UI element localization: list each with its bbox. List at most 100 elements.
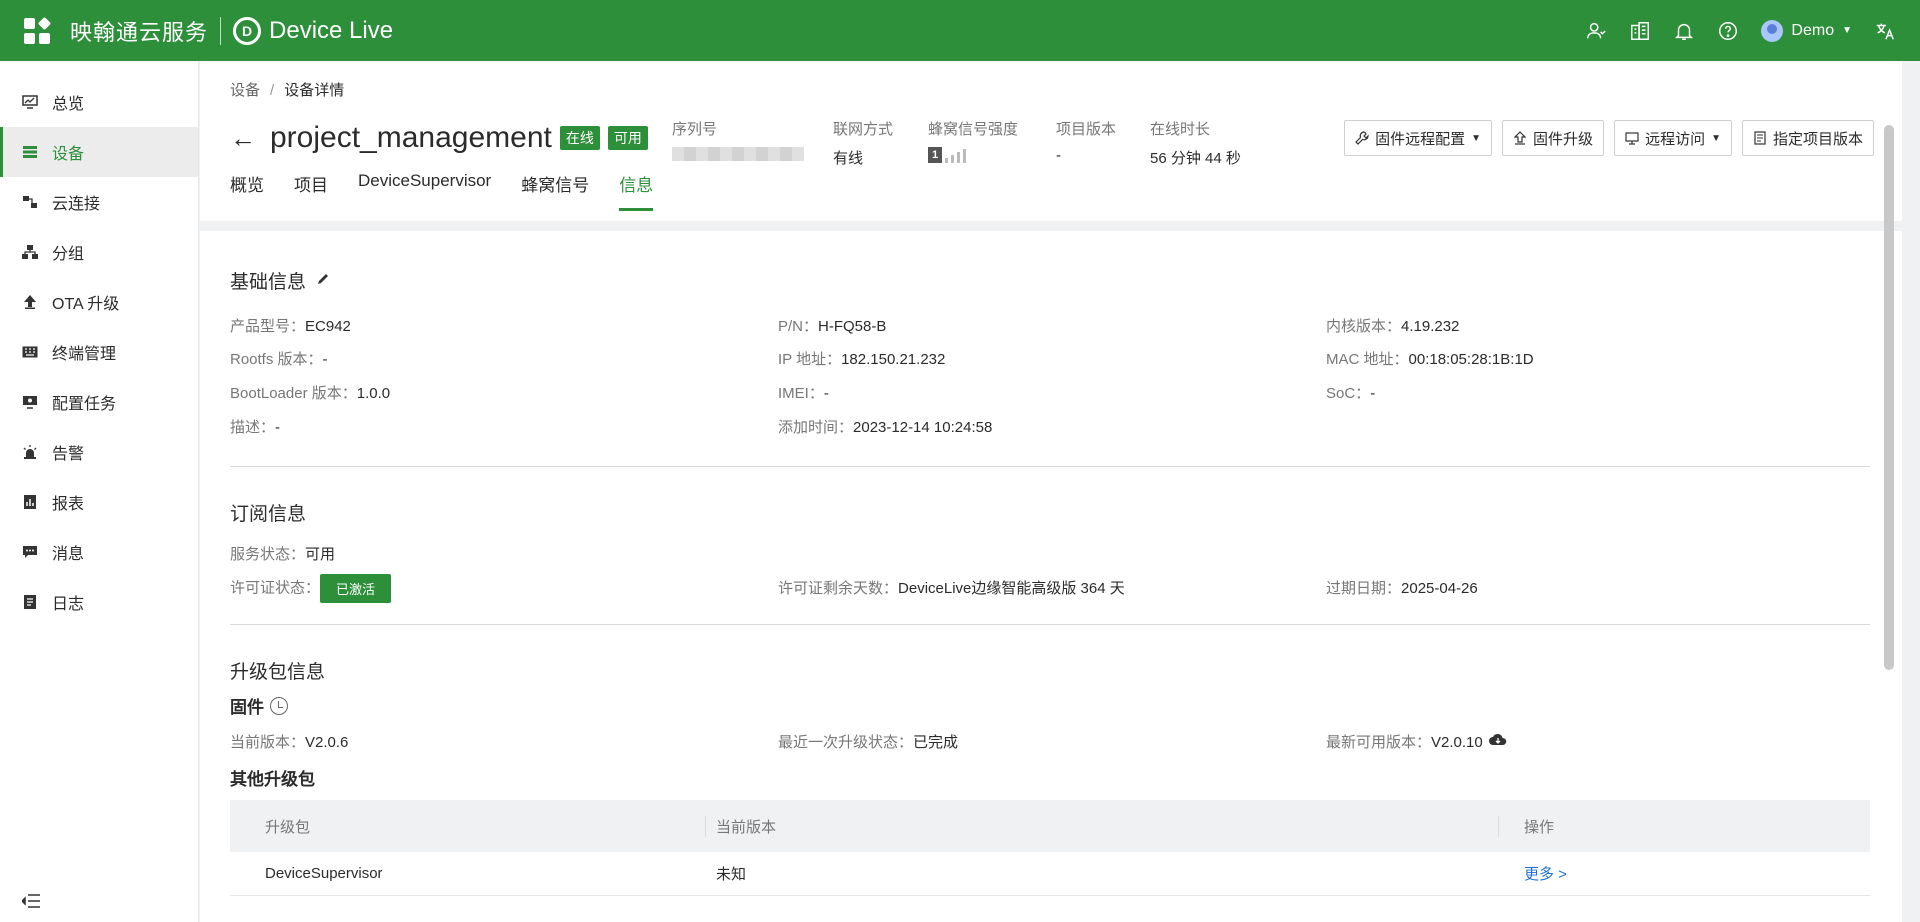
field-last-upgrade-status: 最近一次升级状态：已完成 — [778, 734, 959, 751]
config-screen-icon — [22, 394, 38, 410]
edit-pencil-icon[interactable] — [316, 270, 330, 292]
language-icon[interactable] — [1874, 20, 1896, 42]
app-grid-icon[interactable] — [24, 16, 52, 44]
organization-icon[interactable] — [1629, 20, 1651, 42]
sidebar-item-label: 日志 — [52, 596, 85, 613]
sidebar-item-label: 配置任务 — [52, 396, 117, 413]
sidebar: 总览 设备 云连接 分组 OTA 升级 终端管理 配置任务 告警 报表 消息 日… — [0, 61, 199, 922]
collapse-sidebar-icon[interactable] — [20, 894, 40, 908]
field-imei: IMEI：- — [778, 385, 829, 402]
other-packages-subtitle: 其他升级包 — [230, 770, 315, 789]
sidebar-item-config-tasks[interactable]: 配置任务 — [0, 377, 198, 427]
upload-icon — [1513, 131, 1527, 145]
cloud-download-icon[interactable] — [1488, 733, 1507, 751]
field-rootfs: Rootfs 版本：- — [230, 351, 328, 368]
field-pn: P/N：H-FQ58-B — [778, 318, 887, 335]
top-bar: 映翰通云服务 D Device Live Demo ▼ — [0, 0, 1920, 61]
packages-table: 升级包 当前版本 操作 DeviceSupervisor 未知 更多 > — [230, 800, 1870, 896]
tab-device-supervisor[interactable]: DeviceSupervisor — [358, 171, 491, 211]
field-model: 产品型号：EC942 — [230, 318, 351, 335]
tab-cellular-signal[interactable]: 蜂窝信号 — [521, 171, 589, 211]
document-icon — [1753, 131, 1767, 145]
sidebar-item-alarms[interactable]: 告警 — [0, 427, 198, 477]
alarm-icon — [22, 444, 38, 460]
sidebar-item-devices[interactable]: 设备 — [0, 127, 198, 177]
field-added-time: 添加时间：2023-12-14 10:24:58 — [778, 419, 993, 436]
sidebar-item-label: 消息 — [52, 546, 85, 563]
table-row: DeviceSupervisor 未知 更多 > — [230, 852, 1870, 896]
firmware-upgrade-label: 固件升级 — [1533, 130, 1594, 148]
uptime-label: 在线时长 — [1150, 121, 1211, 138]
field-soc: SoC：- — [1326, 385, 1376, 402]
more-link[interactable]: 更多 > — [1498, 863, 1870, 884]
chevron-down-icon: ▼ — [1711, 132, 1721, 144]
firmware-subtitle: 固件 — [230, 693, 288, 718]
sidebar-item-label: OTA 升级 — [52, 296, 120, 313]
column-header-package: 升级包 — [265, 818, 311, 836]
license-active-badge: 已激活 — [320, 574, 392, 603]
device-tabs: 概览 项目 DeviceSupervisor 蜂窝信号 信息 — [230, 171, 654, 211]
field-license-status: 许可证状态： 已激活 — [230, 574, 392, 603]
remote-access-button[interactable]: 远程访问 ▼ — [1614, 120, 1732, 156]
tab-projects[interactable]: 项目 — [294, 171, 328, 211]
cell-version: 未知 — [716, 866, 747, 883]
sidebar-item-groups[interactable]: 分组 — [0, 227, 198, 277]
chevron-down-icon: ▼ — [1471, 132, 1482, 144]
log-icon — [22, 594, 38, 610]
sidebar-item-label: 总览 — [52, 96, 85, 113]
keyboard-icon — [22, 344, 38, 360]
info-panel: 基础信息 产品型号：EC942 P/N：H-FQ58-B 内核版本：4.19.2… — [200, 231, 1902, 922]
status-badge-online: 在线 — [559, 126, 600, 150]
cell-package: DeviceSupervisor — [265, 865, 383, 882]
server-icon — [22, 144, 38, 160]
signal-strength-icon: 1 — [928, 147, 1018, 163]
breadcrumb-separator: / — [270, 82, 275, 99]
tab-overview[interactable]: 概览 — [230, 171, 264, 211]
back-arrow-icon[interactable]: ← — [230, 125, 256, 151]
serial-value-masked — [672, 147, 804, 161]
monitor-icon — [22, 94, 38, 110]
sidebar-item-logs[interactable]: 日志 — [0, 577, 198, 627]
main-content: 设备 / 设备详情 ← project_management 在线 可用 序列号 联… — [200, 61, 1902, 922]
project-version-label: 项目版本 — [1056, 121, 1117, 138]
table-header: 升级包 当前版本 操作 — [230, 800, 1870, 852]
history-clock-icon[interactable] — [270, 696, 288, 715]
field-bootloader: BootLoader 版本：1.0.0 — [230, 385, 391, 402]
device-live-logo-icon: D — [233, 16, 262, 45]
scrollbar[interactable] — [1884, 125, 1894, 670]
field-current-version: 当前版本：V2.0.6 — [230, 734, 349, 751]
sidebar-item-reports[interactable]: 报表 — [0, 477, 198, 527]
serial-meta: 序列号 — [672, 118, 804, 161]
assign-project-version-button[interactable]: 指定项目版本 — [1741, 120, 1874, 156]
sidebar-item-overview[interactable]: 总览 — [0, 77, 198, 127]
sidebar-item-messages[interactable]: 消息 — [0, 527, 198, 577]
firmware-remote-config-button[interactable]: 固件远程配置 ▼ — [1344, 120, 1493, 156]
signal-label: 蜂窝信号强度 — [928, 121, 1019, 138]
breadcrumb-current: 设备详情 — [284, 82, 345, 99]
basic-info-title: 基础信息 — [230, 272, 307, 293]
field-mac: MAC 地址：00:18:05:28:1B:1D — [1326, 351, 1534, 368]
help-icon[interactable] — [1717, 20, 1739, 42]
sidebar-item-cloud-connect[interactable]: 云连接 — [0, 177, 198, 227]
sidebar-item-ota[interactable]: OTA 升级 — [0, 277, 198, 327]
status-badge-available: 可用 — [607, 126, 648, 150]
user-name: Demo — [1791, 21, 1835, 39]
hierarchy-icon — [22, 244, 38, 260]
breadcrumb: 设备 / 设备详情 — [230, 79, 344, 100]
bell-icon[interactable] — [1673, 20, 1695, 42]
chevron-down-icon: ▼ — [1842, 25, 1852, 36]
wrench-icon — [1355, 131, 1369, 145]
sidebar-item-terminal[interactable]: 终端管理 — [0, 327, 198, 377]
avatar — [1761, 19, 1784, 42]
brand-name-en: Device Live — [269, 16, 394, 44]
field-kernel: 内核版本：4.19.232 — [1326, 318, 1460, 335]
user-management-icon[interactable] — [1585, 20, 1607, 42]
tab-info[interactable]: 信息 — [619, 171, 654, 211]
field-latest-version: 最新可用版本：V2.0.10 — [1326, 731, 1507, 752]
firmware-upgrade-button[interactable]: 固件升级 — [1502, 120, 1605, 156]
user-menu[interactable]: Demo ▼ — [1761, 19, 1852, 42]
brand-name-cn: 映翰通云服务 — [70, 19, 209, 45]
breadcrumb-devices-link[interactable]: 设备 — [230, 82, 260, 99]
monitor-icon — [1625, 131, 1639, 145]
upload-arrow-icon — [22, 294, 38, 310]
